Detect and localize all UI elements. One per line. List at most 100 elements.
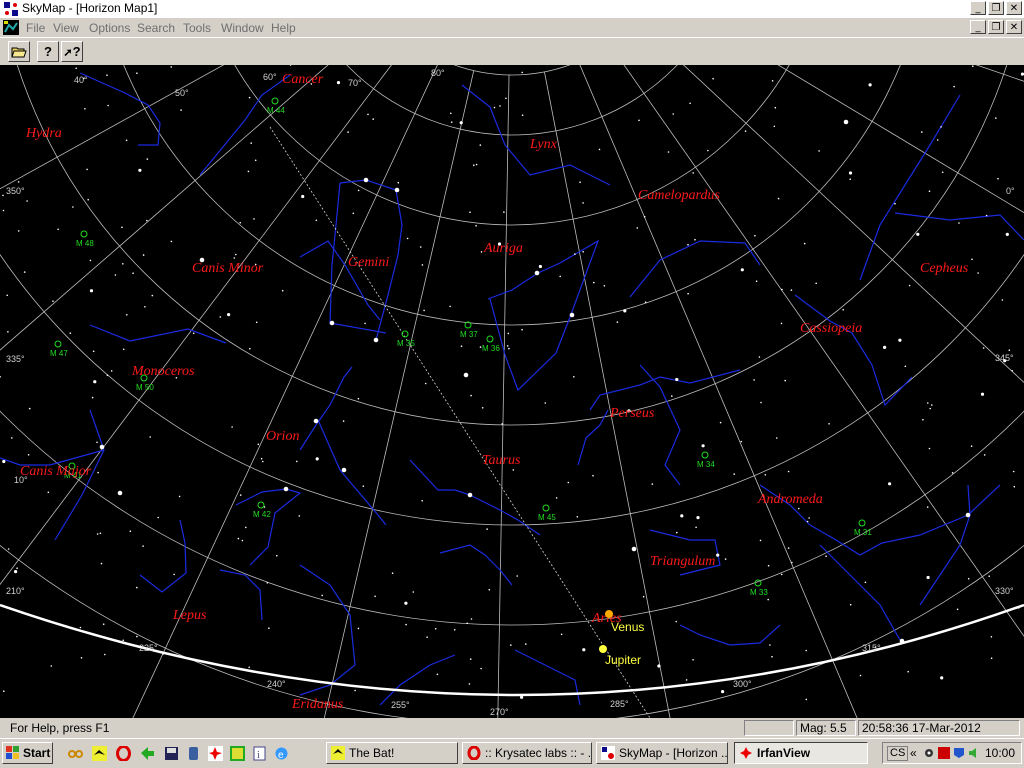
- star: [144, 306, 146, 308]
- star: [990, 657, 993, 659]
- star: [828, 423, 830, 425]
- menu-options[interactable]: Options: [89, 21, 130, 35]
- close-button[interactable]: ✕: [1006, 1, 1022, 15]
- jupiter-marker[interactable]: [599, 645, 607, 653]
- child-restore-button[interactable]: ❐: [988, 20, 1004, 34]
- skymap-app-icon[interactable]: [3, 1, 19, 17]
- ie-icon[interactable]: e: [274, 746, 289, 761]
- menu-file[interactable]: File: [26, 21, 45, 35]
- arrow-icon[interactable]: [140, 746, 155, 761]
- star: [689, 102, 691, 105]
- star: [696, 516, 700, 520]
- menu-help[interactable]: Help: [271, 21, 296, 35]
- azimuth-line: [497, 74, 510, 718]
- task-krysatec[interactable]: :: Krysatec labs :: - ...: [462, 742, 592, 764]
- menu-view[interactable]: View: [53, 21, 79, 35]
- tray-expand-arrows[interactable]: «: [910, 746, 917, 760]
- star: [151, 294, 154, 297]
- star: [916, 232, 920, 236]
- star: [3, 690, 5, 692]
- star: [241, 539, 244, 542]
- network-tray-icon[interactable]: [953, 747, 965, 759]
- menu-search[interactable]: Search: [137, 21, 175, 35]
- altitude-circle: [453, 65, 571, 76]
- star: [579, 181, 581, 183]
- star: [121, 226, 123, 229]
- app-grid-icon[interactable]: [230, 746, 245, 761]
- irfanview-icon[interactable]: [208, 746, 223, 761]
- volume-tray-icon[interactable]: [968, 747, 980, 759]
- star: [716, 553, 720, 557]
- opera-icon[interactable]: [116, 746, 131, 761]
- star: [421, 264, 424, 266]
- language-indicator[interactable]: CS: [887, 746, 909, 761]
- open-button[interactable]: [8, 41, 30, 62]
- child-minimize-button[interactable]: _: [970, 20, 986, 34]
- venus-marker[interactable]: [605, 610, 613, 618]
- star: [75, 67, 77, 70]
- sky-map-view[interactable]: M 44 M 48 M 37 M 36 M 35 M 47 M 50 M 34 M 41 M 42…: [0, 65, 1024, 718]
- bat-icon[interactable]: [92, 746, 107, 761]
- task-skymap[interactable]: SkyMap - [Horizon ...: [596, 742, 728, 764]
- star: [479, 144, 482, 146]
- info-icon[interactable]: i: [252, 746, 267, 761]
- star: [776, 437, 778, 439]
- star: [740, 268, 744, 272]
- star: [372, 118, 375, 120]
- glasses-icon[interactable]: [68, 746, 83, 761]
- star: [276, 554, 278, 557]
- star: [1012, 470, 1015, 473]
- star: [694, 238, 696, 241]
- document-icon[interactable]: [3, 20, 19, 35]
- child-close-button[interactable]: ✕: [1006, 20, 1022, 34]
- star: [104, 653, 106, 656]
- const-cassiopeia: Cassiopeia: [800, 321, 862, 336]
- star: [780, 573, 783, 576]
- star: [503, 211, 505, 213]
- phone-icon[interactable]: [186, 746, 201, 761]
- menu-window[interactable]: Window: [221, 21, 264, 35]
- minimize-button[interactable]: _: [970, 1, 986, 15]
- star: [17, 181, 20, 183]
- star: [426, 636, 428, 638]
- star: [643, 215, 646, 218]
- star: [685, 679, 688, 681]
- star: [928, 190, 931, 192]
- sky-map-canvas[interactable]: M 44M 48M 37M 36M 35M 47M 50M 34M 41M 42…: [0, 65, 1024, 718]
- windows-flag-icon: [6, 746, 19, 759]
- context-help-button[interactable]: ➚?: [61, 41, 83, 62]
- azimuth-label-350: 350°: [6, 186, 25, 196]
- azimuth-label-300: 300°: [733, 679, 752, 689]
- star: [638, 119, 640, 122]
- star: [142, 254, 145, 256]
- star: [7, 331, 9, 333]
- menu-tools[interactable]: Tools: [183, 21, 211, 35]
- star: [406, 237, 409, 240]
- maximize-button[interactable]: ❐: [988, 1, 1004, 15]
- task-irfanview[interactable]: IrfanView: [734, 742, 868, 764]
- star: [941, 171, 944, 174]
- star: [508, 347, 510, 350]
- settings-tray-icon[interactable]: [923, 747, 935, 759]
- messier-label: M 44: [267, 106, 285, 115]
- virus-shield-tray-icon[interactable]: [938, 747, 950, 759]
- star: [593, 281, 595, 284]
- constellation-figure: [794, 294, 913, 407]
- star: [849, 603, 852, 606]
- star: [28, 407, 31, 410]
- star: [404, 601, 408, 605]
- star: [849, 178, 851, 180]
- help-button[interactable]: ?: [37, 41, 59, 62]
- azimuth-label-285: 285°: [610, 699, 629, 709]
- star: [760, 401, 762, 404]
- task-the-bat[interactable]: The Bat!: [326, 742, 458, 764]
- bright-star: [631, 546, 637, 552]
- save-disk-icon[interactable]: [164, 746, 179, 761]
- star: [7, 548, 10, 550]
- messier-label: M 36: [482, 344, 500, 353]
- star: [921, 131, 923, 133]
- start-button[interactable]: Start: [2, 742, 53, 764]
- star: [592, 474, 594, 477]
- star: [469, 211, 471, 213]
- star: [521, 114, 524, 116]
